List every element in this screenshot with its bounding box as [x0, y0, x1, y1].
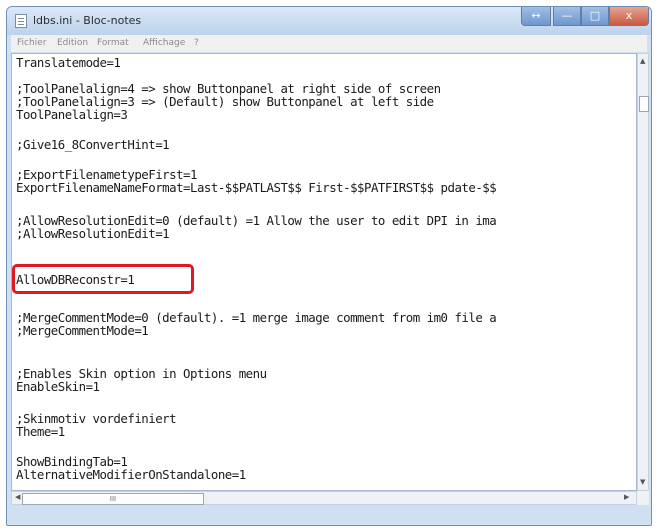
scroll-down-icon[interactable]: ▼: [640, 478, 645, 486]
text-line: ToolPanelalign=3: [16, 107, 128, 122]
text-line: Theme=1: [16, 424, 65, 439]
menu-fichier[interactable]: Fichier: [17, 38, 46, 48]
notepad-window: ldbs.ini - Bloc-notes ↔ — □ x Fichier Ed…: [6, 6, 652, 526]
menu-edition[interactable]: Edition: [57, 38, 88, 48]
resize-button[interactable]: ↔: [521, 7, 551, 26]
maximize-button[interactable]: □: [581, 7, 609, 26]
text-line: AlternativeModifierOnStandalone=1: [16, 467, 246, 482]
resize-grip-icon[interactable]: [637, 491, 649, 505]
text-line: ExportFilenameNameFormat=Last-$$PATLAST$…: [16, 180, 497, 195]
vertical-scroll-thumb[interactable]: [639, 96, 649, 112]
window-title: ldbs.ini - Bloc-notes: [33, 14, 142, 27]
horizontal-scrollbar[interactable]: ◀ III ▶: [11, 491, 637, 505]
text-editor[interactable]: Translatemode=1 ;ToolPanelalign=4 => sho…: [11, 53, 637, 491]
vertical-scrollbar[interactable]: ▲ ▼: [637, 53, 649, 491]
highlight-box: [12, 264, 194, 294]
text-line: ;MergeCommentMode=1: [16, 323, 149, 338]
notepad-icon: [15, 14, 27, 28]
window-bottom-border: [7, 505, 651, 525]
text-line: EnableSkin=1: [16, 379, 100, 394]
text-line: ;Give16_8ConvertHint=1: [16, 137, 170, 152]
text-line: Translatemode=1: [16, 55, 121, 70]
horizontal-scroll-thumb[interactable]: III: [22, 493, 204, 505]
minimize-button[interactable]: —: [553, 7, 581, 26]
scroll-right-icon[interactable]: ▶: [624, 493, 629, 501]
menu-bar: Fichier Edition Format Affichage ?: [11, 35, 647, 52]
close-button[interactable]: x: [609, 7, 649, 26]
scroll-left-icon[interactable]: ◀: [15, 493, 20, 501]
menu-format[interactable]: Format: [97, 38, 129, 48]
text-line: ;AllowResolutionEdit=1: [16, 226, 170, 241]
title-bar[interactable]: ldbs.ini - Bloc-notes ↔ — □ x: [7, 7, 651, 35]
menu-help[interactable]: ?: [194, 38, 199, 48]
scroll-up-icon[interactable]: ▲: [640, 57, 645, 65]
menu-affichage[interactable]: Affichage: [143, 38, 185, 48]
